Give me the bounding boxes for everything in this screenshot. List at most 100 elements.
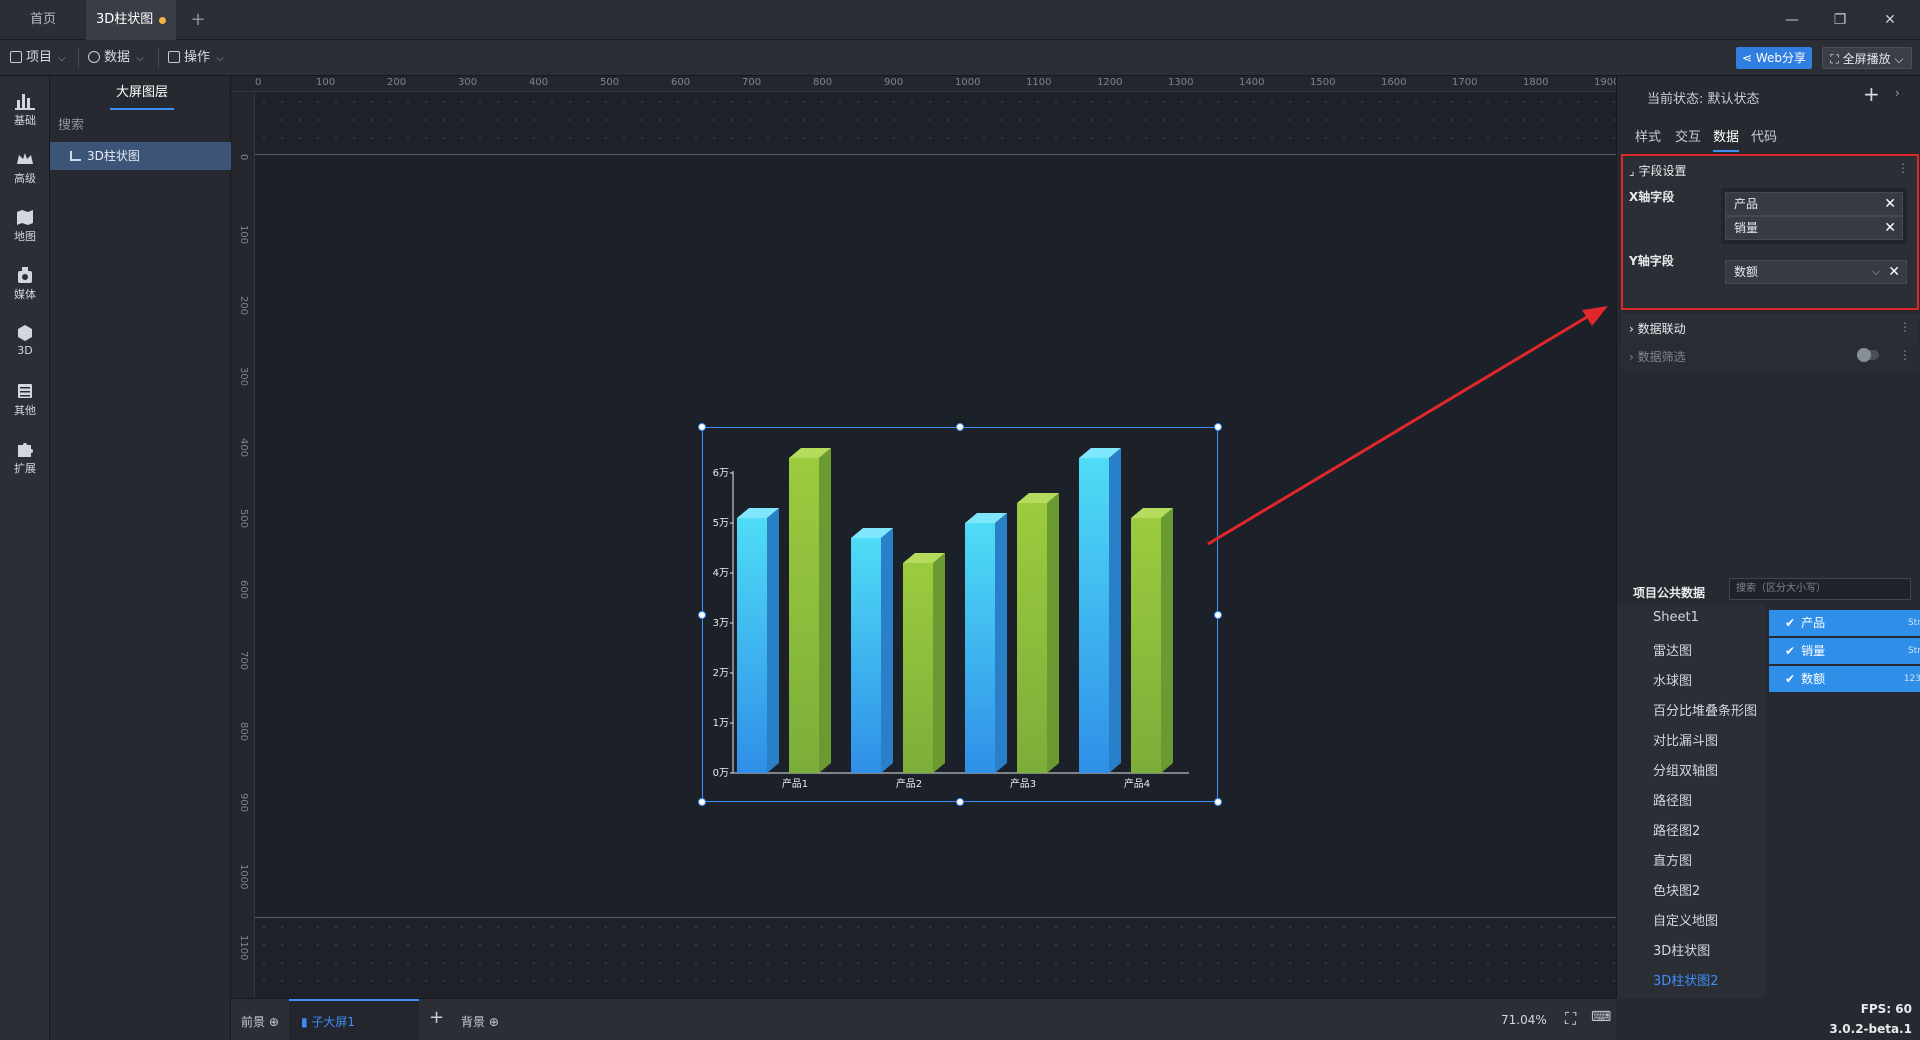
- add-tab-button[interactable]: +: [186, 0, 210, 40]
- field-settings-header[interactable]: ⌟ 字段设置: [1629, 162, 1686, 179]
- ruler-vertical: 0 100 200 300 400 500 600 700 800 900 1000 1100: [231, 92, 255, 998]
- sheet-item[interactable]: 百分比堆叠条形图: [1653, 700, 1757, 719]
- bar-front: [1079, 458, 1109, 773]
- category-extension[interactable]: 扩展: [0, 432, 50, 482]
- web-share-button[interactable]: ⋖ Web分享: [1736, 47, 1812, 69]
- select-value: 数额: [1734, 265, 1759, 279]
- resize-handle-top-left[interactable]: [698, 423, 706, 431]
- keyboard-icon[interactable]: ⌨: [1591, 1009, 1611, 1025]
- menu-operate[interactable]: 操作 ⌵: [168, 40, 224, 76]
- public-field-row[interactable]: ✔ 产品 Str: [1769, 610, 1920, 636]
- add-state-button[interactable]: +: [1863, 82, 1880, 106]
- category-other[interactable]: 其他: [0, 374, 50, 424]
- chart-component-3d-bar[interactable]: 0万 1万 2万 3万 4万 5万 6万 产品1 产品2 产品3 产品4: [698, 423, 1222, 806]
- public-data-search-input[interactable]: 搜索（区分大小写）: [1729, 578, 1911, 600]
- chip-label: 销量: [1734, 221, 1759, 235]
- unsaved-dot-icon: [159, 17, 166, 24]
- sheet-item[interactable]: 路径图2: [1653, 820, 1700, 839]
- foreground-label: 前景: [241, 1015, 266, 1029]
- close-button[interactable]: ✕: [1866, 0, 1914, 40]
- sheet-item[interactable]: 雷达图: [1653, 640, 1692, 659]
- more-vertical-icon[interactable]: ⋮: [1899, 320, 1911, 334]
- sheet-item[interactable]: 水球图: [1653, 670, 1692, 689]
- current-state-label: 当前状态: 默认状态: [1647, 92, 1760, 107]
- more-vertical-icon[interactable]: ⋮: [1899, 348, 1911, 362]
- layer-item-3d-bar-chart[interactable]: 3D柱状图: [50, 142, 231, 170]
- category-basic[interactable]: 基础: [0, 84, 50, 134]
- x-axis-field-select[interactable]: 产品 ✕ 销量 ✕: [1721, 188, 1907, 244]
- category-media[interactable]: 媒体: [0, 258, 50, 308]
- editor-canvas[interactable]: 0 100 200 300 400 500 600 700 800 900 1000 1100 1200…: [231, 76, 1619, 998]
- toggle-knob: [1857, 348, 1871, 362]
- sheet-item[interactable]: 3D柱状图: [1653, 940, 1710, 959]
- tab-home[interactable]: 首页: [0, 0, 86, 40]
- minimize-button[interactable]: —: [1768, 0, 1816, 40]
- tab-3d-bar-chart[interactable]: 3D柱状图: [86, 0, 176, 40]
- fullscreen-play-button[interactable]: ⛶ 全屏播放 ⌵: [1822, 47, 1912, 69]
- tab-data[interactable]: 数据: [1713, 126, 1740, 152]
- category-map[interactable]: 地图: [0, 200, 50, 250]
- resize-handle-right[interactable]: [1214, 611, 1222, 619]
- ruler-tick-label: 1800: [1523, 77, 1549, 88]
- y-tick-label: 3万: [713, 618, 729, 629]
- resize-handle-top-right[interactable]: [1214, 423, 1222, 431]
- public-field-row[interactable]: ✔ 销量 Str: [1769, 638, 1920, 664]
- tab-code[interactable]: 代码: [1751, 126, 1777, 152]
- close-icon[interactable]: ✕: [1884, 193, 1896, 215]
- bar-side: [767, 508, 779, 773]
- canvas-grid-bottom: [255, 918, 1616, 998]
- resize-handle-bottom-left[interactable]: [698, 798, 706, 806]
- check-icon: ✔: [1785, 672, 1796, 686]
- menu-data[interactable]: 数据 ⌵: [88, 40, 144, 76]
- ruler-tick-label: 400: [529, 77, 549, 88]
- y-axis-field-select[interactable]: 数额 ⌵ ✕: [1725, 260, 1907, 284]
- add-circle-icon[interactable]: ⊕: [485, 1015, 499, 1029]
- tab-style[interactable]: 样式: [1635, 126, 1661, 152]
- foreground-tab[interactable]: 前景 ⊕: [241, 1013, 279, 1030]
- chevron-right-icon[interactable]: ›: [1895, 86, 1900, 100]
- tab-label: 3D柱状图: [96, 12, 154, 27]
- screen-area[interactable]: 0万 1万 2万 3万 4万 5万 6万 产品1 产品2 产品3 产品4: [255, 154, 1616, 918]
- zoom-level[interactable]: 71.04%: [1501, 1013, 1547, 1027]
- tab-screen-layers[interactable]: 大屏图层: [110, 76, 174, 110]
- category-label: 地图: [14, 230, 36, 243]
- menu-project[interactable]: 项目 ⌵: [10, 40, 66, 76]
- share-icon: ⋖: [1741, 51, 1756, 65]
- ruler-horizontal: 0 100 200 300 400 500 600 700 800 900 1000 1100 1200…: [231, 76, 1619, 92]
- layers-search-input[interactable]: 搜索: [58, 116, 218, 136]
- add-screen-button[interactable]: +: [429, 1007, 444, 1028]
- category-3d[interactable]: 3D: [0, 316, 50, 366]
- data-filter-toggle[interactable]: [1857, 348, 1879, 362]
- sheet-item[interactable]: 色块图2: [1653, 880, 1700, 899]
- category-advanced[interactable]: 高级: [0, 142, 50, 192]
- subscreen-label-wrap[interactable]: ▮ 子大屏1: [301, 1013, 355, 1030]
- data-filter-title: 数据筛选: [1637, 350, 1686, 364]
- sheet-item[interactable]: 对比漏斗图: [1653, 730, 1718, 749]
- fit-screen-icon[interactable]: ⛶: [1565, 1009, 1576, 1029]
- background-tab[interactable]: 背景 ⊕: [461, 1013, 499, 1030]
- tab-interaction[interactable]: 交互: [1675, 126, 1701, 152]
- bottom-bar: 前景 ⊕ ▮ 子大屏1 + 背景 ⊕ 71.04% ⛶ ⌨: [231, 998, 1616, 1040]
- restore-button[interactable]: ❐: [1816, 0, 1864, 40]
- resize-handle-left[interactable]: [698, 611, 706, 619]
- resize-handle-bottom-right[interactable]: [1214, 798, 1222, 806]
- data-linkage-section[interactable]: › 数据联动 ⋮: [1621, 314, 1919, 342]
- sheet-item[interactable]: 直方图: [1653, 850, 1692, 869]
- add-circle-icon[interactable]: ⊕: [265, 1015, 279, 1029]
- sheet-item[interactable]: 自定义地图: [1653, 910, 1718, 929]
- resize-handle-top[interactable]: [956, 423, 964, 431]
- menu-project-label: 项目: [26, 50, 53, 65]
- resize-handle-bottom[interactable]: [956, 798, 964, 806]
- ruler-tick-label: 1300: [1168, 77, 1194, 88]
- sheet-item[interactable]: Sheet1: [1653, 610, 1699, 625]
- close-icon[interactable]: ✕: [1888, 261, 1900, 283]
- more-vertical-icon[interactable]: ⋮: [1897, 161, 1909, 175]
- sheet-item[interactable]: 分组双轴图: [1653, 760, 1718, 779]
- sheet-item-active[interactable]: 3D柱状图2: [1653, 970, 1719, 989]
- data-filter-section[interactable]: › 数据筛选 ⋮: [1621, 342, 1919, 370]
- close-icon[interactable]: ✕: [1884, 217, 1896, 239]
- sheet-item[interactable]: 路径图: [1653, 790, 1692, 809]
- public-field-row[interactable]: ✔ 数额 123: [1769, 666, 1920, 692]
- ruler-tick-label: 1000: [955, 77, 981, 88]
- category-label: 其他: [14, 404, 36, 417]
